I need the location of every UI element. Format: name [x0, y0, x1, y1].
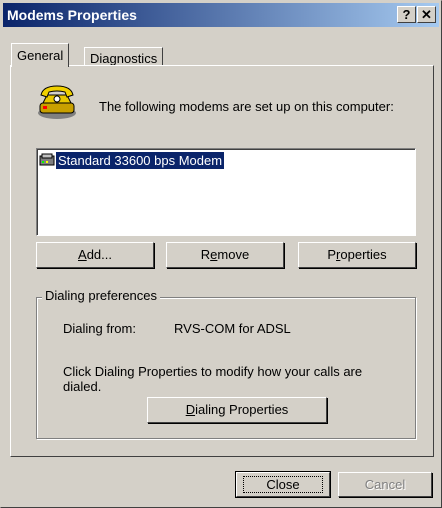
- close-window-button[interactable]: ✕: [417, 6, 436, 23]
- dialing-from-value: RVS-COM for ADSL: [174, 321, 291, 336]
- help-button[interactable]: ?: [397, 6, 416, 23]
- cancel-button[interactable]: Cancel: [338, 472, 432, 497]
- modem-icon: [39, 153, 55, 166]
- close-button-label: Close: [243, 476, 323, 493]
- tab-general-label: General: [17, 48, 64, 63]
- remove-button[interactable]: Remove: [166, 242, 284, 268]
- cancel-button-label: Cancel: [364, 477, 406, 492]
- intro-text: The following modems are set up on this …: [99, 99, 394, 114]
- modem-list-item[interactable]: Standard 33600 bps Modem: [56, 152, 225, 169]
- close-button[interactable]: Close: [235, 471, 331, 498]
- tab-diagnostics-label: Diagnostics: [90, 51, 158, 66]
- dialing-hint-line2: dialed.: [63, 379, 102, 394]
- tab-general[interactable]: General: [11, 43, 70, 67]
- dialing-preferences-label: Dialing preferences: [42, 288, 161, 303]
- dialing-properties-accelerator: D: [185, 402, 196, 417]
- dialing-properties-button[interactable]: Dialing Properties: [147, 397, 327, 423]
- properties-button[interactable]: Properties: [298, 242, 416, 268]
- modems-properties-window: Modems Properties ? ✕ General Diagnostic…: [0, 0, 442, 508]
- dialing-hint-line1: Click Dialing Properties to modify how y…: [63, 364, 363, 379]
- dialing-from-label: Dialing from:: [63, 321, 136, 336]
- modem-list[interactable]: Standard 33600 bps Modem: [36, 148, 416, 236]
- window-title: Modems Properties: [7, 7, 137, 23]
- add-button[interactable]: Add...: [36, 242, 154, 268]
- title-bar[interactable]: Modems Properties ? ✕: [3, 3, 439, 27]
- add-accelerator: A: [78, 247, 87, 262]
- telephone-modem-icon: [38, 85, 76, 119]
